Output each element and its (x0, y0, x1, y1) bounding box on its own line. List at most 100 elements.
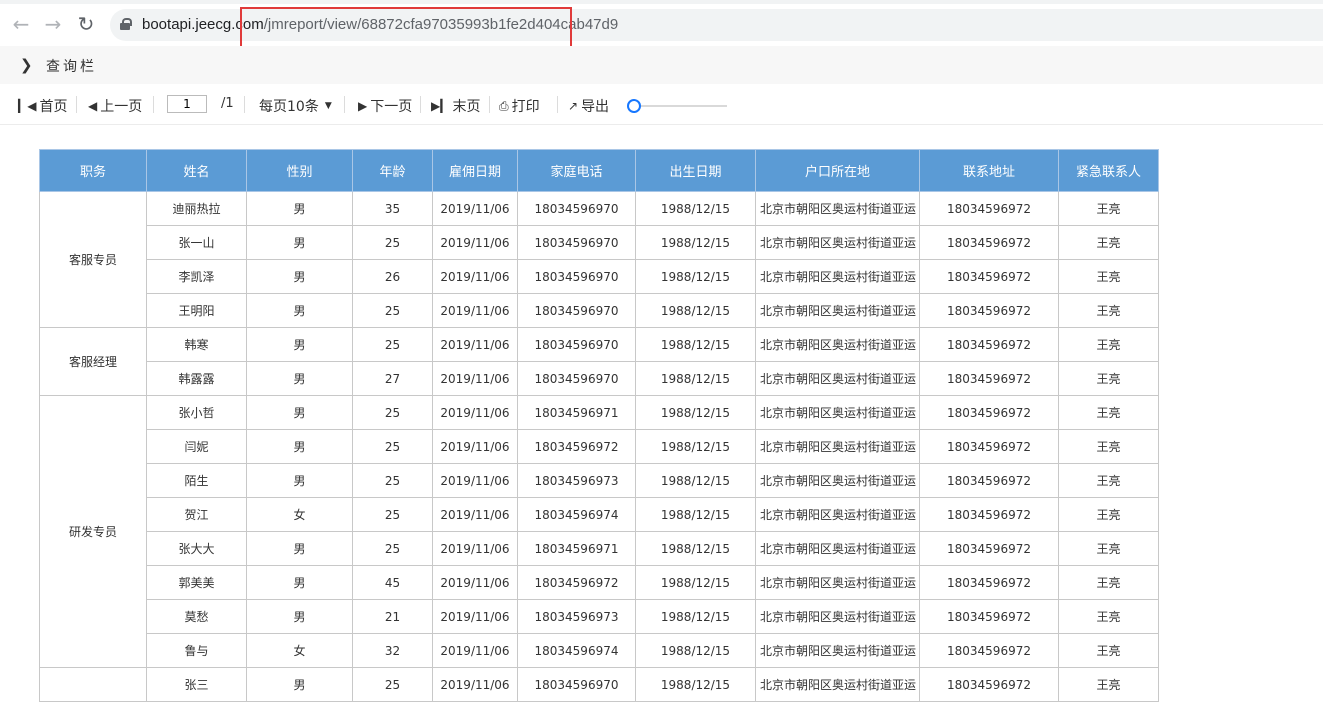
table-cell: 18034596972 (919, 259, 1059, 294)
table-cell: 迪丽热拉 (146, 191, 247, 226)
zoom-slider[interactable] (627, 99, 727, 113)
table-cell: 北京市朝阳区奥运村街道亚运 (755, 497, 920, 532)
table-cell: 北京市朝阳区奥运村街道亚运 (755, 633, 920, 668)
table-cell: 2019/11/06 (432, 293, 518, 328)
table-cell: 18034596970 (517, 293, 636, 328)
export-label: 导出 (581, 99, 610, 115)
table-row: 郭美美男 45 2019/11/06 18034596972 1988/12/15 北京市… (40, 565, 1159, 600)
table-cell: 45 (352, 565, 433, 600)
table-cell: 王亮 (1058, 497, 1159, 532)
table-cell: 18034596972 (919, 225, 1059, 260)
table-cell: 18034596970 (517, 327, 636, 362)
table-cell: 2019/11/06 (432, 395, 518, 430)
toolbar-divider (420, 96, 421, 113)
table-cell: 1988/12/15 (635, 293, 756, 328)
table-cell: 北京市朝阳区奥运村街道亚运 (755, 565, 920, 600)
print-button[interactable]: ⎙ 打印 (499, 96, 540, 116)
table-cell: 18034596972 (919, 395, 1059, 430)
page-number-input[interactable] (167, 95, 207, 113)
table-cell: 2019/11/06 (432, 667, 518, 702)
table-cell: 王亮 (1058, 633, 1159, 668)
table-cell: 北京市朝阳区奥运村街道亚运 (755, 191, 920, 226)
table-cell: 男 (246, 667, 353, 702)
query-bar[interactable]: ❯ 查询栏 (0, 46, 1323, 85)
table-cell: 郭美美 (146, 565, 247, 600)
column-header: 户口所在地 (755, 149, 920, 192)
table-cell: 男 (246, 259, 353, 294)
table-cell: 1988/12/15 (635, 191, 756, 226)
table-cell: 男 (246, 429, 353, 464)
table-row: 贺江女 25 2019/11/06 18034596974 1988/12/15 北京市朝… (40, 497, 1159, 532)
table-cell: 2019/11/06 (432, 565, 518, 600)
table-cell: 鲁与 (146, 633, 247, 668)
table-cell: 1988/12/15 (635, 225, 756, 260)
column-header: 年龄 (352, 149, 433, 192)
toolbar-divider (153, 96, 154, 113)
table-cell: 贺江 (146, 497, 247, 532)
table-cell: 18034596972 (517, 565, 636, 600)
table-cell: 北京市朝阳区奥运村街道亚运 (755, 361, 920, 396)
first-page-button[interactable]: ▎◀ 首页 (18, 96, 67, 116)
table-cell: 王明阳 (146, 293, 247, 328)
reload-icon[interactable]: ↻ (75, 13, 97, 35)
prev-page-button[interactable]: ◀ 上一页 (88, 96, 142, 116)
page-size-label: 每页10条 (259, 99, 319, 115)
table-cell: 18034596972 (517, 429, 636, 464)
table-row: 张三男 25 2019/11/06 18034596970 1988/12/15 北京市朝… (39, 667, 1159, 702)
table-cell: 北京市朝阳区奥运村街道亚运 (755, 259, 920, 294)
prev-page-label: 上一页 (100, 99, 143, 115)
table-cell: 1988/12/15 (635, 361, 756, 396)
zoom-slider-handle[interactable] (627, 99, 641, 113)
chevron-right-icon[interactable]: ❯ (20, 56, 33, 74)
table-cell: 王亮 (1058, 361, 1159, 396)
back-arrow-icon[interactable]: ← (10, 13, 32, 35)
query-bar-label: 查询栏 (46, 59, 97, 75)
table-cell: 北京市朝阳区奥运村街道亚运 (755, 327, 920, 362)
column-header: 出生日期 (635, 149, 756, 192)
table-cell: 女 (246, 497, 353, 532)
printer-icon: ⎙ (499, 98, 509, 113)
table-cell: 2019/11/06 (432, 225, 518, 260)
table-cell: 闫妮 (146, 429, 247, 464)
column-header: 姓名 (146, 149, 247, 192)
table-cell: 35 (352, 191, 433, 226)
table-cell: 21 (352, 599, 433, 634)
table-cell: 张大大 (146, 531, 247, 566)
table-cell: 18034596972 (919, 599, 1059, 634)
table-cell: 韩寒 (146, 327, 247, 362)
table-cell: 北京市朝阳区奥运村街道亚运 (755, 293, 920, 328)
table-body: 客服专员 迪丽热拉男 35 2019/11/06 18034596970 1988/12/… (39, 191, 1159, 702)
table-cell: 1988/12/15 (635, 463, 756, 498)
table-cell: 2019/11/06 (432, 633, 518, 668)
last-page-button[interactable]: ▶▎ 末页 (431, 96, 480, 116)
table-cell: 北京市朝阳区奥运村街道亚运 (755, 429, 920, 464)
page-size-select[interactable]: 每页10条 ▼ (259, 96, 332, 116)
table-cell: 男 (246, 293, 353, 328)
table-cell: 男 (246, 463, 353, 498)
table-row: 王明阳男 25 2019/11/06 18034596970 1988/12/15 北京市… (40, 293, 1159, 328)
first-page-label: 首页 (39, 99, 68, 115)
export-button[interactable]: ↗ 导出 (568, 96, 609, 116)
toolbar-divider (344, 96, 345, 113)
table-cell: 男 (246, 565, 353, 600)
next-page-button[interactable]: ▶ 下一页 (358, 96, 412, 116)
table-cell: 25 (352, 497, 433, 532)
table-row: 张大大男 25 2019/11/06 18034596971 1988/12/15 北京市… (40, 531, 1159, 566)
forward-arrow-icon[interactable]: → (42, 13, 64, 35)
table-cell: 18034596972 (919, 327, 1059, 362)
table-cell: 18034596972 (919, 293, 1059, 328)
table-cell: 王亮 (1058, 667, 1159, 702)
table-cell: 18034596970 (517, 259, 636, 294)
table-cell: 18034596972 (919, 361, 1059, 396)
table-cell: 北京市朝阳区奥运村街道亚运 (755, 463, 920, 498)
table-cell: 北京市朝阳区奥运村街道亚运 (755, 599, 920, 634)
table-cell: 北京市朝阳区奥运村街道亚运 (755, 667, 920, 702)
table-cell: 1988/12/15 (635, 259, 756, 294)
table-cell: 韩露露 (146, 361, 247, 396)
page-total: /1 (221, 96, 234, 111)
table-cell: 18034596972 (919, 531, 1059, 566)
table-cell: 18034596972 (919, 633, 1059, 668)
table-cell: 男 (246, 599, 353, 634)
table-row: 陌生男 25 2019/11/06 18034596973 1988/12/15 北京市朝… (40, 463, 1159, 498)
table-cell: 26 (352, 259, 433, 294)
